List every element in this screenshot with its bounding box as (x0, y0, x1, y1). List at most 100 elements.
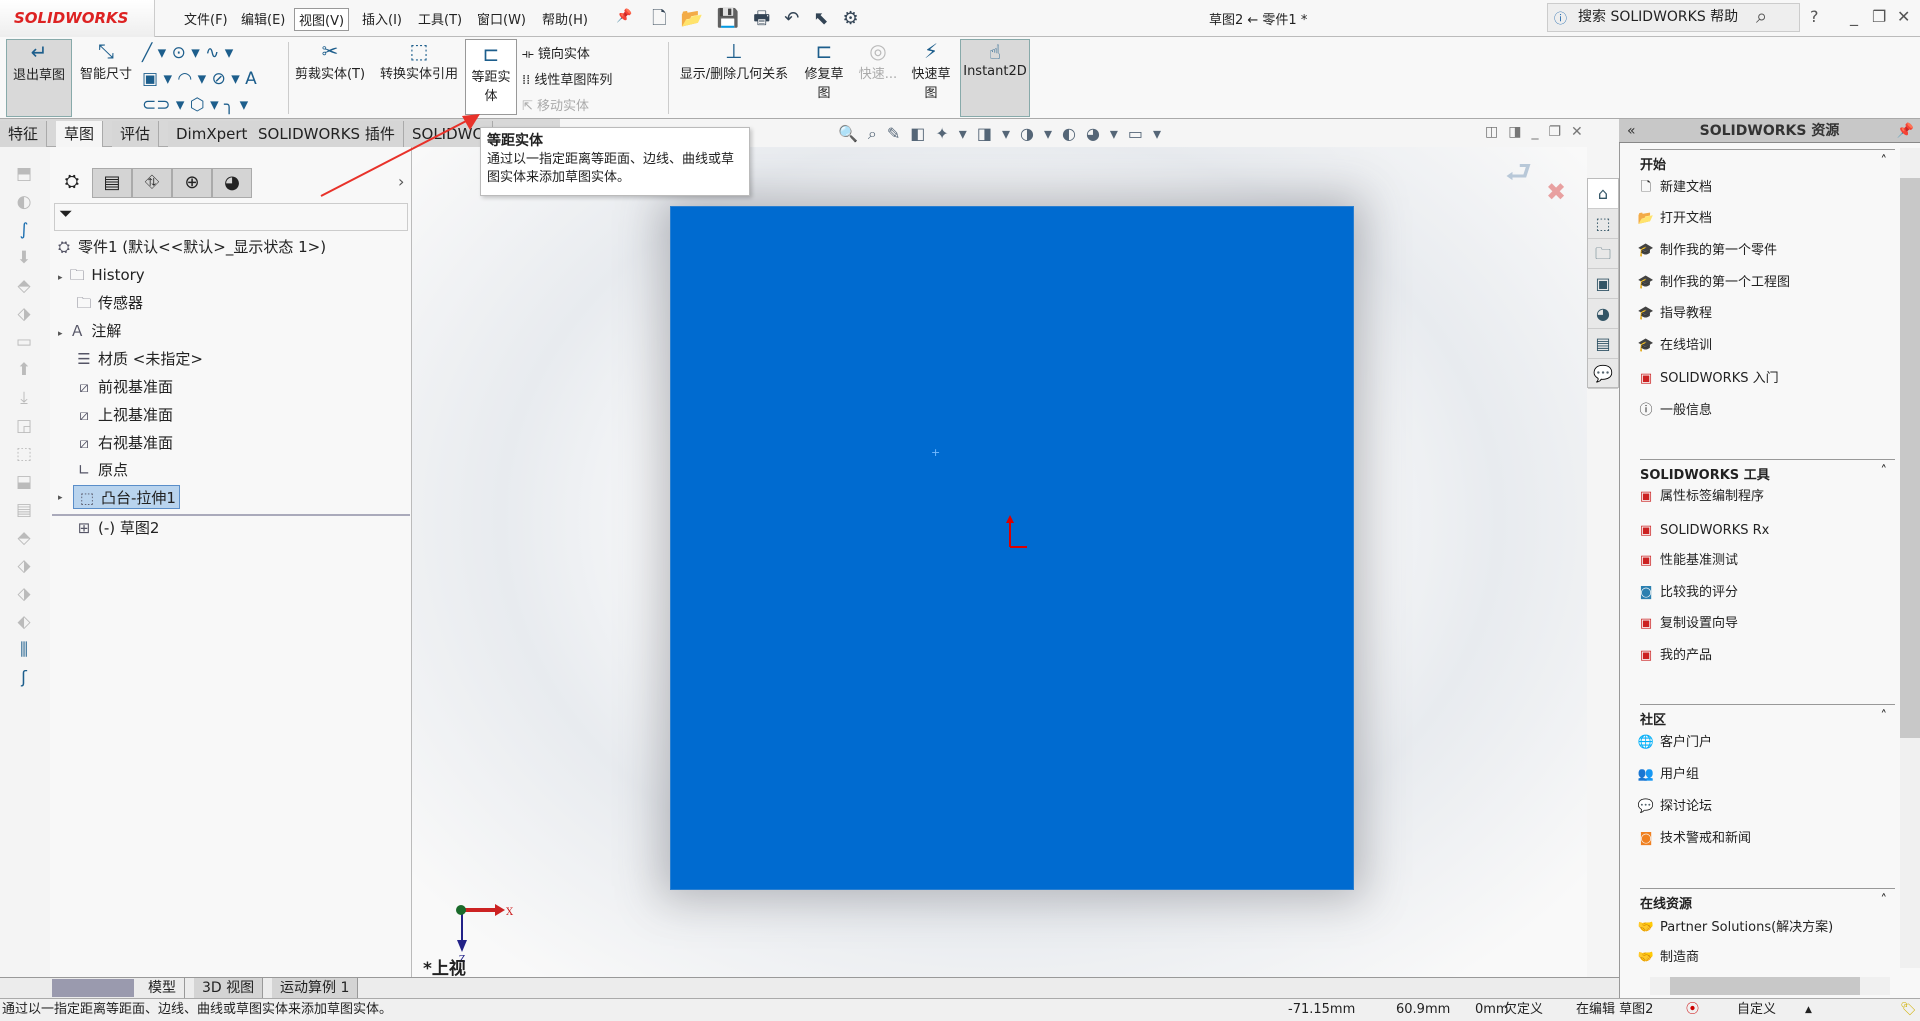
resource-general-info[interactable]: ⓘ 一般信息 (1636, 400, 1712, 422)
feature-shortcut-icons[interactable]: ⬒ ◐ ∫ ⬇ ⬘ ⬗ ▭ ⬆ ⤓ ◲ ⬚ ⬓ ▤ ⬘ ⬗ ⬗ ⬖ ⫼ ʃ (12, 160, 36, 692)
tree-item-right-plane[interactable]: ⧄ 右视基准面 (74, 431, 173, 455)
unit-dropdown-arrow-icon[interactable]: ▲ (1805, 999, 1812, 1021)
section-header-online[interactable]: 在线资源 ˄ (1640, 888, 1895, 912)
resource-tech-alerts[interactable]: ◙ 技术警戒和新闻 (1636, 828, 1751, 850)
scrollbar-thumb[interactable] (1670, 977, 1860, 995)
tree-item-front-plane[interactable]: ⧄ 前视基准面 (74, 375, 173, 399)
forum-icon[interactable]: 💬 (1588, 359, 1618, 389)
tree-item-sensors[interactable]: 🗀 传感器 (74, 291, 143, 315)
tab-motion-study[interactable]: 运动算例 1 (272, 978, 359, 998)
configurationmanager-tab-icon[interactable]: ⛗ (132, 168, 172, 198)
featuremanager-tab-icon[interactable]: ⛭ (52, 168, 92, 198)
help-menu-button[interactable]: ? (1810, 7, 1819, 26)
quick-snaps-button[interactable]: ◎ 快速... (856, 39, 900, 82)
collapse-icon[interactable]: ˄ (1881, 709, 1888, 724)
collapse-panel-icon[interactable]: « (1627, 119, 1636, 143)
tab-3d-views[interactable]: 3D 视图 (194, 978, 264, 998)
tab-features[interactable]: 特征 (0, 121, 48, 147)
menu-view[interactable]: 视图(V) (294, 8, 350, 31)
tab-evaluate[interactable]: 评估 (112, 121, 160, 147)
scrollbar-thumb[interactable] (1900, 178, 1920, 738)
resource-forum[interactable]: 💬 探讨论坛 (1636, 796, 1712, 818)
resource-solidworks-rx[interactable]: ▣ SOLIDWORKS Rx (1636, 520, 1769, 542)
heads-up-view-toolbar[interactable]: 🔍⌕✎◧✦▾◨▾◑▾◐◕▾▭▾ (838, 124, 1171, 144)
resource-my-products[interactable]: ▣ 我的产品 (1636, 645, 1712, 667)
minimize-button[interactable]: _ (1850, 7, 1858, 26)
quick-access-toolbar[interactable]: 🗋📂💾🖶↶⬉⚙ (652, 6, 873, 36)
mirror-entities-button[interactable]: ⟛ 镜向实体 (522, 43, 590, 62)
search-icon[interactable]: ⌕ (1756, 4, 1767, 28)
expand-icon[interactable]: ▸ (58, 273, 63, 283)
menu-help[interactable]: 帮助(H) (538, 8, 592, 29)
collapse-icon[interactable]: ˄ (1881, 154, 1888, 169)
viewport-window-controls[interactable]: ◫◨_❐✕ (1485, 124, 1593, 140)
tree-item-boss-extrude[interactable]: ⬚ 凸台-拉伸1 (73, 485, 180, 509)
tab-sketch[interactable]: 草图 (56, 121, 104, 147)
resource-compare-score[interactable]: ◙ 比较我的评分 (1636, 582, 1738, 604)
linear-pattern-button[interactable]: ⁞⁞ 线性草图阵列 (522, 69, 612, 88)
collapse-icon[interactable]: ˄ (1881, 893, 1888, 908)
resource-new-document[interactable]: 🗋 新建文档 (1636, 177, 1712, 199)
collapse-icon[interactable]: ˄ (1881, 464, 1888, 479)
sketch-entity-tools[interactable]: ╱ ▾ ⊙ ▾ ∿ ▾ ▣ ▾ ◠ ▾ ⊘ ▾ A ⊂⊃ ▾ ⬡ ▾ ╮ ▾ (142, 40, 282, 118)
resource-first-drawing[interactable]: 🎓 制作我的第一个工程图 (1636, 272, 1790, 294)
resource-partner-solutions[interactable]: 🤝 Partner Solutions(解决方案) (1636, 917, 1833, 939)
menu-edit[interactable]: 编辑(E) (237, 8, 289, 29)
tab-scroll-buttons[interactable] (52, 979, 134, 997)
resource-manufacturers[interactable]: 🤝 制造商 (1636, 947, 1699, 969)
display-relations-button[interactable]: ⊥ 显示/删除几何关系 (674, 39, 794, 82)
resources-scrollbar[interactable] (1900, 148, 1920, 968)
confirmation-corner-cancel-icon[interactable]: ✖ (1546, 178, 1566, 206)
dimxpertmanager-tab-icon[interactable]: ⊕ (172, 168, 212, 198)
propertymanager-tab-icon[interactable]: ▤ (92, 168, 132, 198)
resource-online-training[interactable]: 🎓 在线培训 (1636, 335, 1712, 357)
view-palette-icon[interactable]: ▣ (1588, 269, 1618, 299)
menu-window[interactable]: 窗口(W) (473, 8, 530, 29)
expand-icon[interactable]: ▸ (58, 329, 63, 339)
resources-horizontal-scrollbar[interactable] (1650, 977, 1890, 995)
rapid-sketch-button[interactable]: ⚡ 快速草图 (908, 39, 954, 101)
resource-getting-started[interactable]: ▣ SOLIDWORKS 入门 (1636, 368, 1779, 390)
tree-item-sketch2[interactable]: ⊞ (-) 草图2 (74, 516, 160, 540)
menu-tools[interactable]: 工具(T) (414, 8, 466, 29)
menu-insert[interactable]: 插入(I) (358, 8, 406, 29)
instant2d-button[interactable]: ☝ Instant2D (960, 39, 1030, 117)
move-entities-button[interactable]: ⇱ 移动实体 (522, 95, 589, 114)
section-header-tools[interactable]: SOLIDWORKS 工具 ˄ (1640, 459, 1895, 483)
confirmation-corner-exit-icon[interactable]: ⮐ (1505, 150, 1532, 201)
tree-item-material[interactable]: ☰ 材质 <未指定> (74, 347, 203, 371)
section-header-community[interactable]: 社区 ˄ (1640, 704, 1895, 728)
custom-properties-icon[interactable]: ▤ (1588, 329, 1618, 359)
resource-user-groups[interactable]: 👥 用户组 (1636, 764, 1699, 786)
repair-sketch-button[interactable]: ⊏ 修复草图 (800, 39, 848, 101)
pin-icon[interactable]: 📌 (612, 8, 636, 25)
unit-system-selector[interactable]: 自定义 (1737, 999, 1776, 1021)
restore-button[interactable]: ❐ (1872, 7, 1886, 26)
section-header-start[interactable]: 开始 ˄ (1640, 149, 1895, 173)
resource-copy-settings[interactable]: ▣ 复制设置向导 (1636, 613, 1738, 635)
appearances-icon[interactable]: ◕ (1588, 299, 1618, 329)
tab-model[interactable]: 模型 (140, 978, 185, 998)
resource-customer-portal[interactable]: 🌐 客户门户 (1636, 732, 1712, 754)
tree-item-top-plane[interactable]: ⧄ 上视基准面 (74, 403, 173, 427)
rebuild-traffic-light-icon[interactable]: ⦿ (1686, 999, 1699, 1021)
resource-first-part[interactable]: 🎓 制作我的第一个零件 (1636, 240, 1777, 262)
convert-entities-button[interactable]: ⬚ 转换实体引用 (374, 39, 464, 82)
resource-open-document[interactable]: 📂 打开文档 (1636, 208, 1712, 230)
resource-performance-benchmark[interactable]: ▣ 性能基准测试 (1636, 550, 1738, 572)
menu-file[interactable]: 文件(F) (180, 8, 232, 29)
resource-tutorials[interactable]: 🎓 指导教程 (1636, 303, 1712, 325)
file-explorer-icon[interactable]: 🗀 (1588, 239, 1618, 269)
close-button[interactable]: ✕ (1897, 7, 1910, 26)
home-icon[interactable]: ⌂ (1588, 179, 1618, 209)
tree-item-annotations[interactable]: ▸ Ａ 注解 (58, 319, 121, 343)
sketch-center-point[interactable]: + (931, 446, 940, 459)
tag-icon[interactable]: 🏷 (1900, 999, 1917, 1021)
expand-icon[interactable]: ▸ (58, 493, 63, 503)
resource-property-tab-builder[interactable]: ▣ 属性标签编制程序 (1636, 486, 1764, 508)
smart-dimension-button[interactable]: ⤡ 智能尺寸 (76, 39, 136, 82)
displaymanager-tab-icon[interactable]: ◕ (212, 168, 252, 198)
solidworks-logo[interactable]: SOLIDWORKS (0, 0, 155, 37)
tree-item-origin[interactable]: ∟ 原点 (74, 458, 128, 482)
tab-dimxpert[interactable]: DimXpert (168, 121, 257, 147)
